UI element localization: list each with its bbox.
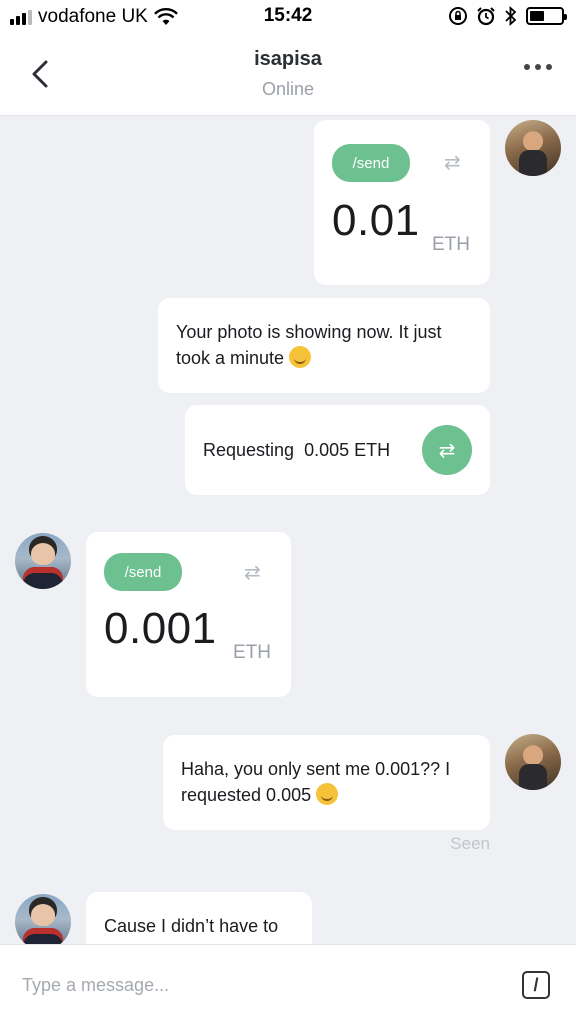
seen-label: Seen: [450, 834, 490, 853]
swap-icon: ⇄: [444, 152, 461, 174]
dot-icon: [546, 64, 552, 70]
command-pill: /send: [332, 144, 410, 182]
payment-unit: ETH: [233, 642, 271, 663]
avatar[interactable]: [15, 533, 71, 589]
swap-button[interactable]: ⇄: [422, 425, 472, 475]
slash-icon: /: [533, 974, 539, 995]
message-text: Haha, you only sent me 0.001?? I request…: [181, 759, 451, 805]
payment-unit: ETH: [432, 234, 470, 255]
message-input[interactable]: [22, 969, 492, 1001]
chat-title[interactable]: isapisa: [0, 48, 576, 71]
orientation-lock-icon: [449, 7, 467, 25]
tears-of-joy-icon: [316, 783, 339, 805]
smiling-face-icon: [289, 346, 312, 368]
battery-icon: [526, 7, 567, 25]
alarm-icon: [477, 7, 495, 26]
avatar[interactable]: [505, 734, 561, 790]
message-list[interactable]: /send ⇄ 0.01 ETH Your photo is showing n…: [0, 116, 576, 944]
payment-bubble[interactable]: /send ⇄ 0.001 ETH: [86, 532, 291, 697]
message-bubble[interactable]: Haha, you only sent me 0.001?? I request…: [163, 735, 490, 830]
request-text: Requesting 0.005 ETH: [203, 437, 390, 463]
more-options-button[interactable]: [524, 64, 552, 70]
message-bubble[interactable]: Cause I didn’t have to: [86, 892, 312, 944]
payment-amount: 0.001: [104, 604, 217, 653]
payment-bubble[interactable]: /send ⇄ 0.01 ETH: [314, 120, 490, 285]
request-amount: 0.005 ETH: [304, 440, 391, 460]
message-text: Cause I didn’t have to: [104, 916, 279, 936]
status-bar: vodafone UK 15:42: [0, 0, 576, 34]
request-label: Requesting: [203, 440, 295, 460]
avatar[interactable]: [505, 120, 561, 176]
message-text: Your photo is showing now. It just took …: [176, 322, 442, 368]
avatar[interactable]: [15, 894, 71, 944]
message-bubble[interactable]: Your photo is showing now. It just took …: [158, 298, 490, 393]
request-bubble[interactable]: Requesting 0.005 ETH ⇄: [185, 405, 490, 495]
status-right: [448, 6, 567, 26]
composer: /: [0, 944, 576, 1024]
command-pill: /send: [104, 553, 182, 591]
command-button[interactable]: /: [522, 971, 550, 999]
swap-icon: ⇄: [244, 562, 261, 584]
dot-icon: [524, 64, 530, 70]
payment-amount: 0.01: [332, 196, 420, 245]
dot-icon: [535, 64, 541, 70]
chat-header: isapisa Online: [0, 34, 576, 116]
bluetooth-icon: [505, 6, 517, 26]
chat-status: Online: [261, 79, 315, 99]
